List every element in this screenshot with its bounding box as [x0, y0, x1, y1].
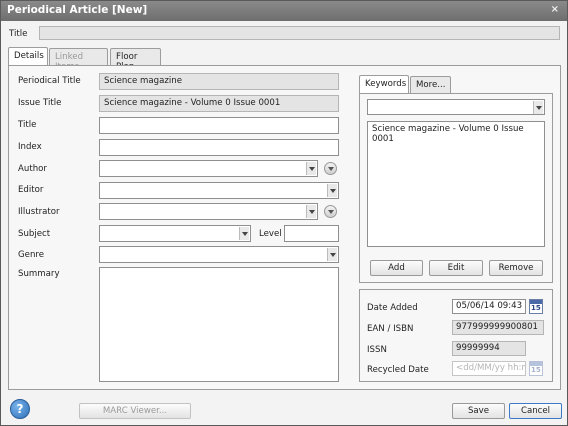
- index-label: Index: [18, 142, 42, 152]
- close-icon[interactable]: ×: [551, 4, 559, 15]
- level-input[interactable]: [284, 225, 339, 242]
- genre-dropdown[interactable]: [99, 246, 339, 263]
- summary-label: Summary: [18, 269, 60, 279]
- chevron-down-icon: [327, 248, 337, 261]
- illustrator-label: Illustrator: [18, 207, 60, 217]
- tab-more[interactable]: More...: [410, 76, 451, 94]
- help-icon[interactable]: ?: [10, 399, 30, 419]
- window-title: Periodical Article [New]: [7, 4, 148, 16]
- dialog-window: Periodical Article [New] × Title Details…: [0, 0, 568, 426]
- illustrator-expand-icon[interactable]: [324, 205, 337, 218]
- editor-label: Editor: [18, 185, 44, 195]
- issue-title-label: Issue Title: [18, 98, 62, 108]
- recycled-date-field: <dd/MM/yy hh:mm>: [452, 361, 526, 376]
- chevron-down-icon: [327, 184, 337, 197]
- keyword-dropdown[interactable]: [367, 99, 545, 115]
- author-expand-icon[interactable]: [324, 162, 337, 175]
- cancel-button[interactable]: Cancel: [509, 403, 562, 419]
- recycled-date-label: Recycled Date: [367, 365, 429, 375]
- tab-linked-items[interactable]: Linked Items: [49, 48, 108, 72]
- tab-floor-plan[interactable]: Floor Plan: [110, 48, 161, 72]
- author-label: Author: [18, 164, 47, 174]
- subject-dropdown[interactable]: [99, 225, 251, 242]
- summary-textarea[interactable]: [99, 267, 339, 382]
- issn-field: 99999994: [452, 341, 526, 356]
- keywords-list[interactable]: Science magazine - Volume 0 Issue 0001: [367, 121, 545, 247]
- subject-label: Subject: [18, 229, 51, 239]
- illustrator-dropdown[interactable]: [99, 203, 318, 220]
- author-dropdown[interactable]: [99, 160, 318, 177]
- ean-isbn-label: EAN / ISBN: [367, 324, 414, 334]
- edit-keyword-button[interactable]: Edit: [429, 260, 483, 276]
- periodical-title-label: Periodical Title: [18, 76, 81, 86]
- top-title-field[interactable]: [39, 26, 560, 40]
- title-label: Title: [18, 120, 37, 130]
- save-button[interactable]: Save: [452, 403, 505, 419]
- genre-label: Genre: [18, 250, 45, 260]
- ean-isbn-field: 977999999900801: [452, 320, 544, 335]
- date-added-field[interactable]: 05/06/14 09:43: [452, 299, 526, 314]
- add-keyword-button[interactable]: Add: [370, 260, 423, 276]
- periodical-title-field: Science magazine: [99, 73, 339, 90]
- title-bar: Periodical Article [New] ×: [1, 1, 567, 21]
- date-added-label: Date Added: [367, 303, 418, 313]
- index-input[interactable]: [99, 139, 339, 156]
- issue-title-field: Science magazine - Volume 0 Issue 0001: [99, 95, 339, 112]
- remove-keyword-button[interactable]: Remove: [489, 260, 543, 276]
- top-title-label: Title: [9, 29, 28, 39]
- marc-viewer-button[interactable]: MARC Viewer...: [79, 403, 191, 419]
- chevron-down-icon: [533, 101, 543, 114]
- list-item[interactable]: Science magazine - Volume 0 Issue 0001: [372, 124, 540, 144]
- calendar-icon: 15: [529, 361, 543, 376]
- calendar-icon[interactable]: 15: [529, 299, 543, 314]
- tab-details[interactable]: Details: [8, 47, 48, 66]
- chevron-down-icon: [239, 227, 249, 240]
- title-input[interactable]: [99, 117, 339, 134]
- level-label: Level: [259, 229, 282, 239]
- chevron-down-icon: [306, 205, 316, 218]
- issn-label: ISSN: [367, 345, 387, 355]
- editor-dropdown[interactable]: [99, 182, 339, 199]
- tab-keywords[interactable]: Keywords: [359, 75, 409, 94]
- chevron-down-icon: [306, 162, 316, 175]
